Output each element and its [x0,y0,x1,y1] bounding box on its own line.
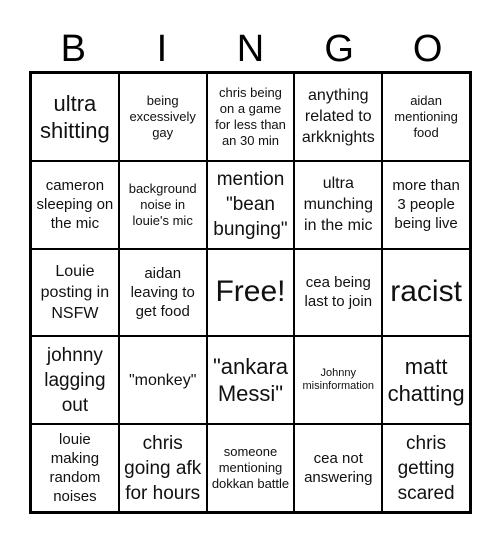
bingo-cell[interactable]: louie making random noises [31,424,119,512]
bingo-cell[interactable]: aidan leaving to get food [118,248,207,337]
bingo-cell[interactable]: Johnny misinformation [294,336,383,425]
bingo-cell[interactable]: someone mentioning dokkan battle [206,424,295,512]
bingo-cell[interactable]: aidan mentioning food [382,73,470,161]
header-letter-i: I [156,28,168,70]
bingo-cell[interactable]: johnny lagging out [31,336,119,425]
bingo-board: ultra shitting being excessively gay chr… [29,71,472,514]
bingo-header: B I N G O [29,26,472,72]
header-letter-n: N [236,28,265,70]
free-space-cell[interactable]: Free! [206,248,295,337]
header-letter-b: B [60,28,86,70]
bingo-cell[interactable]: "ankara Messi" [206,336,295,425]
bingo-cell[interactable]: ultra munching in the mic [294,160,383,249]
bingo-cell[interactable]: racist [382,248,470,337]
bingo-cell[interactable]: Louie posting in NSFW [31,248,119,337]
bingo-cell[interactable]: "monkey" [118,336,207,425]
bingo-cell[interactable]: background noise in louie's mic [118,160,207,249]
bingo-cell[interactable]: chris going afk for hours [118,424,207,512]
bingo-cell[interactable]: chris being on a game for less than an 3… [206,73,295,161]
bingo-cell[interactable]: ultra shitting [31,73,119,161]
header-letter-g: G [324,28,354,70]
bingo-cell[interactable]: cameron sleeping on the mic [31,160,119,249]
header-letter-o: O [412,28,443,70]
bingo-cell[interactable]: mention "bean bunging" [206,160,295,249]
bingo-cell[interactable]: anything related to arkknights [294,73,383,161]
bingo-cell[interactable]: being excessively gay [118,73,207,161]
bingo-cell[interactable]: matt chatting [382,336,470,425]
bingo-cell[interactable]: chris getting scared [382,424,470,512]
bingo-cell[interactable]: cea being last to join [294,248,383,337]
bingo-cell[interactable]: cea not answering [294,424,383,512]
bingo-cell[interactable]: more than 3 people being live [382,160,470,249]
